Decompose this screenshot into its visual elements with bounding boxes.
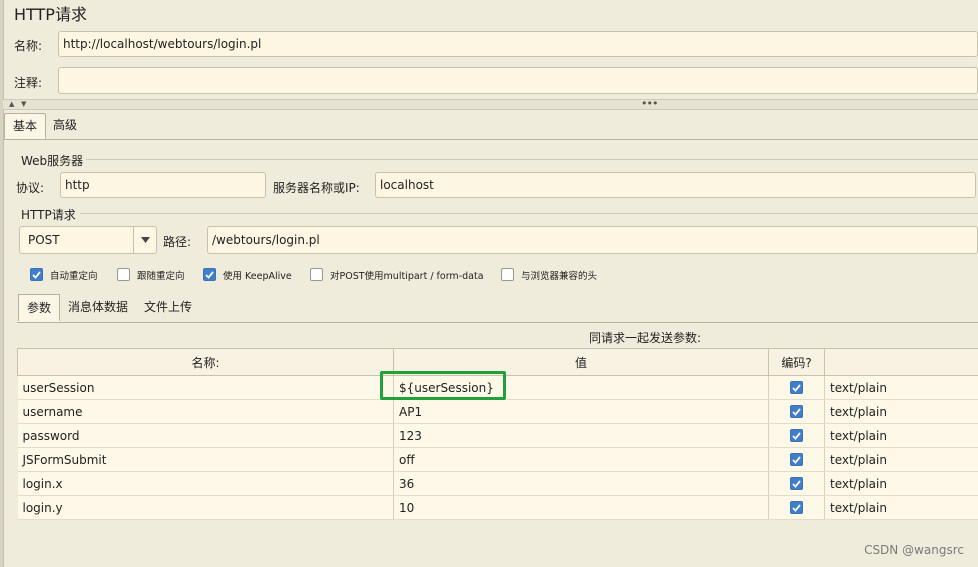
- param-content-type[interactable]: text/plain: [824, 447, 978, 472]
- params-caption: 同请求一起发送参数:: [589, 331, 702, 345]
- page-title: HTTP请求: [14, 5, 87, 24]
- path-label: 路径:: [163, 235, 192, 249]
- server-label: 服务器名称或IP:: [273, 181, 360, 195]
- option-label: 对POST使用multipart / form-data: [330, 271, 484, 282]
- param-encode-cell[interactable]: [768, 423, 825, 448]
- table-row[interactable]: login.y 10 text/plain: [17, 495, 978, 520]
- tab-body-data[interactable]: 消息体数据: [60, 294, 136, 322]
- protocol-label: 协议:: [16, 181, 45, 195]
- web-server-divider: [86, 159, 978, 160]
- web-server-legend: Web服务器: [21, 154, 84, 168]
- tab-bar: 基本 高级: [3, 113, 978, 140]
- param-value[interactable]: 36: [393, 471, 769, 496]
- left-border: [0, 0, 4, 567]
- param-name[interactable]: login.x: [17, 471, 394, 496]
- param-value[interactable]: 10: [393, 495, 769, 520]
- comment-field[interactable]: [58, 67, 978, 94]
- param-name[interactable]: username: [17, 399, 394, 424]
- param-name[interactable]: password: [17, 423, 394, 448]
- collapse-down-icon[interactable]: ▼: [21, 101, 26, 108]
- encode-checkbox[interactable]: [790, 477, 803, 490]
- table-row[interactable]: password 123 text/plain: [17, 423, 978, 448]
- keepalive-checkbox[interactable]: [203, 268, 216, 281]
- drag-handle-icon[interactable]: •••: [641, 97, 658, 110]
- tab-advanced[interactable]: 高级: [45, 113, 85, 139]
- comment-label: 注释:: [14, 76, 43, 90]
- param-encode-cell[interactable]: [768, 375, 825, 400]
- table-row[interactable]: login.x 36 text/plain: [17, 471, 978, 496]
- tab-parameters[interactable]: 参数: [18, 294, 61, 322]
- watermark: CSDN @wangsrc: [864, 543, 964, 557]
- encode-checkbox[interactable]: [790, 453, 803, 466]
- encode-checkbox[interactable]: [790, 429, 803, 442]
- param-value[interactable]: 123: [393, 423, 769, 448]
- follow-redirect-auto-checkbox[interactable]: [30, 268, 43, 281]
- dropdown-arrow-icon[interactable]: [133, 227, 156, 253]
- encode-checkbox[interactable]: [790, 405, 803, 418]
- tab-file-upload[interactable]: 文件上传: [136, 294, 200, 322]
- path-field[interactable]: /webtours/login.pl: [207, 226, 978, 254]
- tab-basic[interactable]: 基本: [4, 113, 47, 139]
- splitter-bar[interactable]: ▲ ▼ •••: [3, 97, 978, 110]
- param-name[interactable]: userSession: [17, 375, 394, 400]
- param-encode-cell[interactable]: [768, 447, 825, 472]
- highlight-box: [380, 371, 506, 400]
- table-row[interactable]: JSFormSubmit off text/plain: [17, 447, 978, 472]
- protocol-field[interactable]: http: [60, 172, 266, 198]
- param-value[interactable]: off: [393, 447, 769, 472]
- http-request-divider: [80, 213, 978, 214]
- param-content-type[interactable]: text/plain: [824, 375, 978, 400]
- name-field[interactable]: http://localhost/webtours/login.pl: [58, 31, 978, 57]
- name-label: 名称:: [14, 39, 43, 53]
- param-name[interactable]: login.y: [17, 495, 394, 520]
- option-label: 与浏览器兼容的头: [521, 271, 598, 282]
- option-label: 使用 KeepAlive: [223, 271, 292, 282]
- option-label: 跟随重定向: [137, 271, 185, 282]
- server-field[interactable]: localhost: [375, 172, 976, 198]
- browser-headers-checkbox[interactable]: [501, 268, 514, 281]
- param-content-type[interactable]: text/plain: [824, 423, 978, 448]
- encode-checkbox[interactable]: [790, 381, 803, 394]
- follow-redirects-checkbox[interactable]: [117, 268, 130, 281]
- parameters-tab-bar: 参数 消息体数据 文件上传: [17, 294, 978, 323]
- param-content-type[interactable]: text/plain: [824, 471, 978, 496]
- param-encode-cell[interactable]: [768, 471, 825, 496]
- http-request-legend: HTTP请求: [21, 208, 76, 222]
- encode-checkbox[interactable]: [790, 501, 803, 514]
- method-select[interactable]: POST: [19, 226, 157, 254]
- method-value: POST: [28, 233, 60, 247]
- param-encode-cell[interactable]: [768, 399, 825, 424]
- column-header-content-type[interactable]: [824, 348, 978, 376]
- table-row[interactable]: username AP1 text/plain: [17, 399, 978, 424]
- param-value[interactable]: AP1: [393, 399, 769, 424]
- param-content-type[interactable]: text/plain: [824, 399, 978, 424]
- option-label: 自动重定向: [50, 271, 98, 282]
- collapse-up-icon[interactable]: ▲: [9, 101, 14, 108]
- param-content-type[interactable]: text/plain: [824, 495, 978, 520]
- multipart-checkbox[interactable]: [310, 268, 323, 281]
- column-header-name[interactable]: 名称:: [17, 348, 394, 376]
- param-encode-cell[interactable]: [768, 495, 825, 520]
- column-header-encode[interactable]: 编码?: [768, 348, 825, 376]
- param-name[interactable]: JSFormSubmit: [17, 447, 394, 472]
